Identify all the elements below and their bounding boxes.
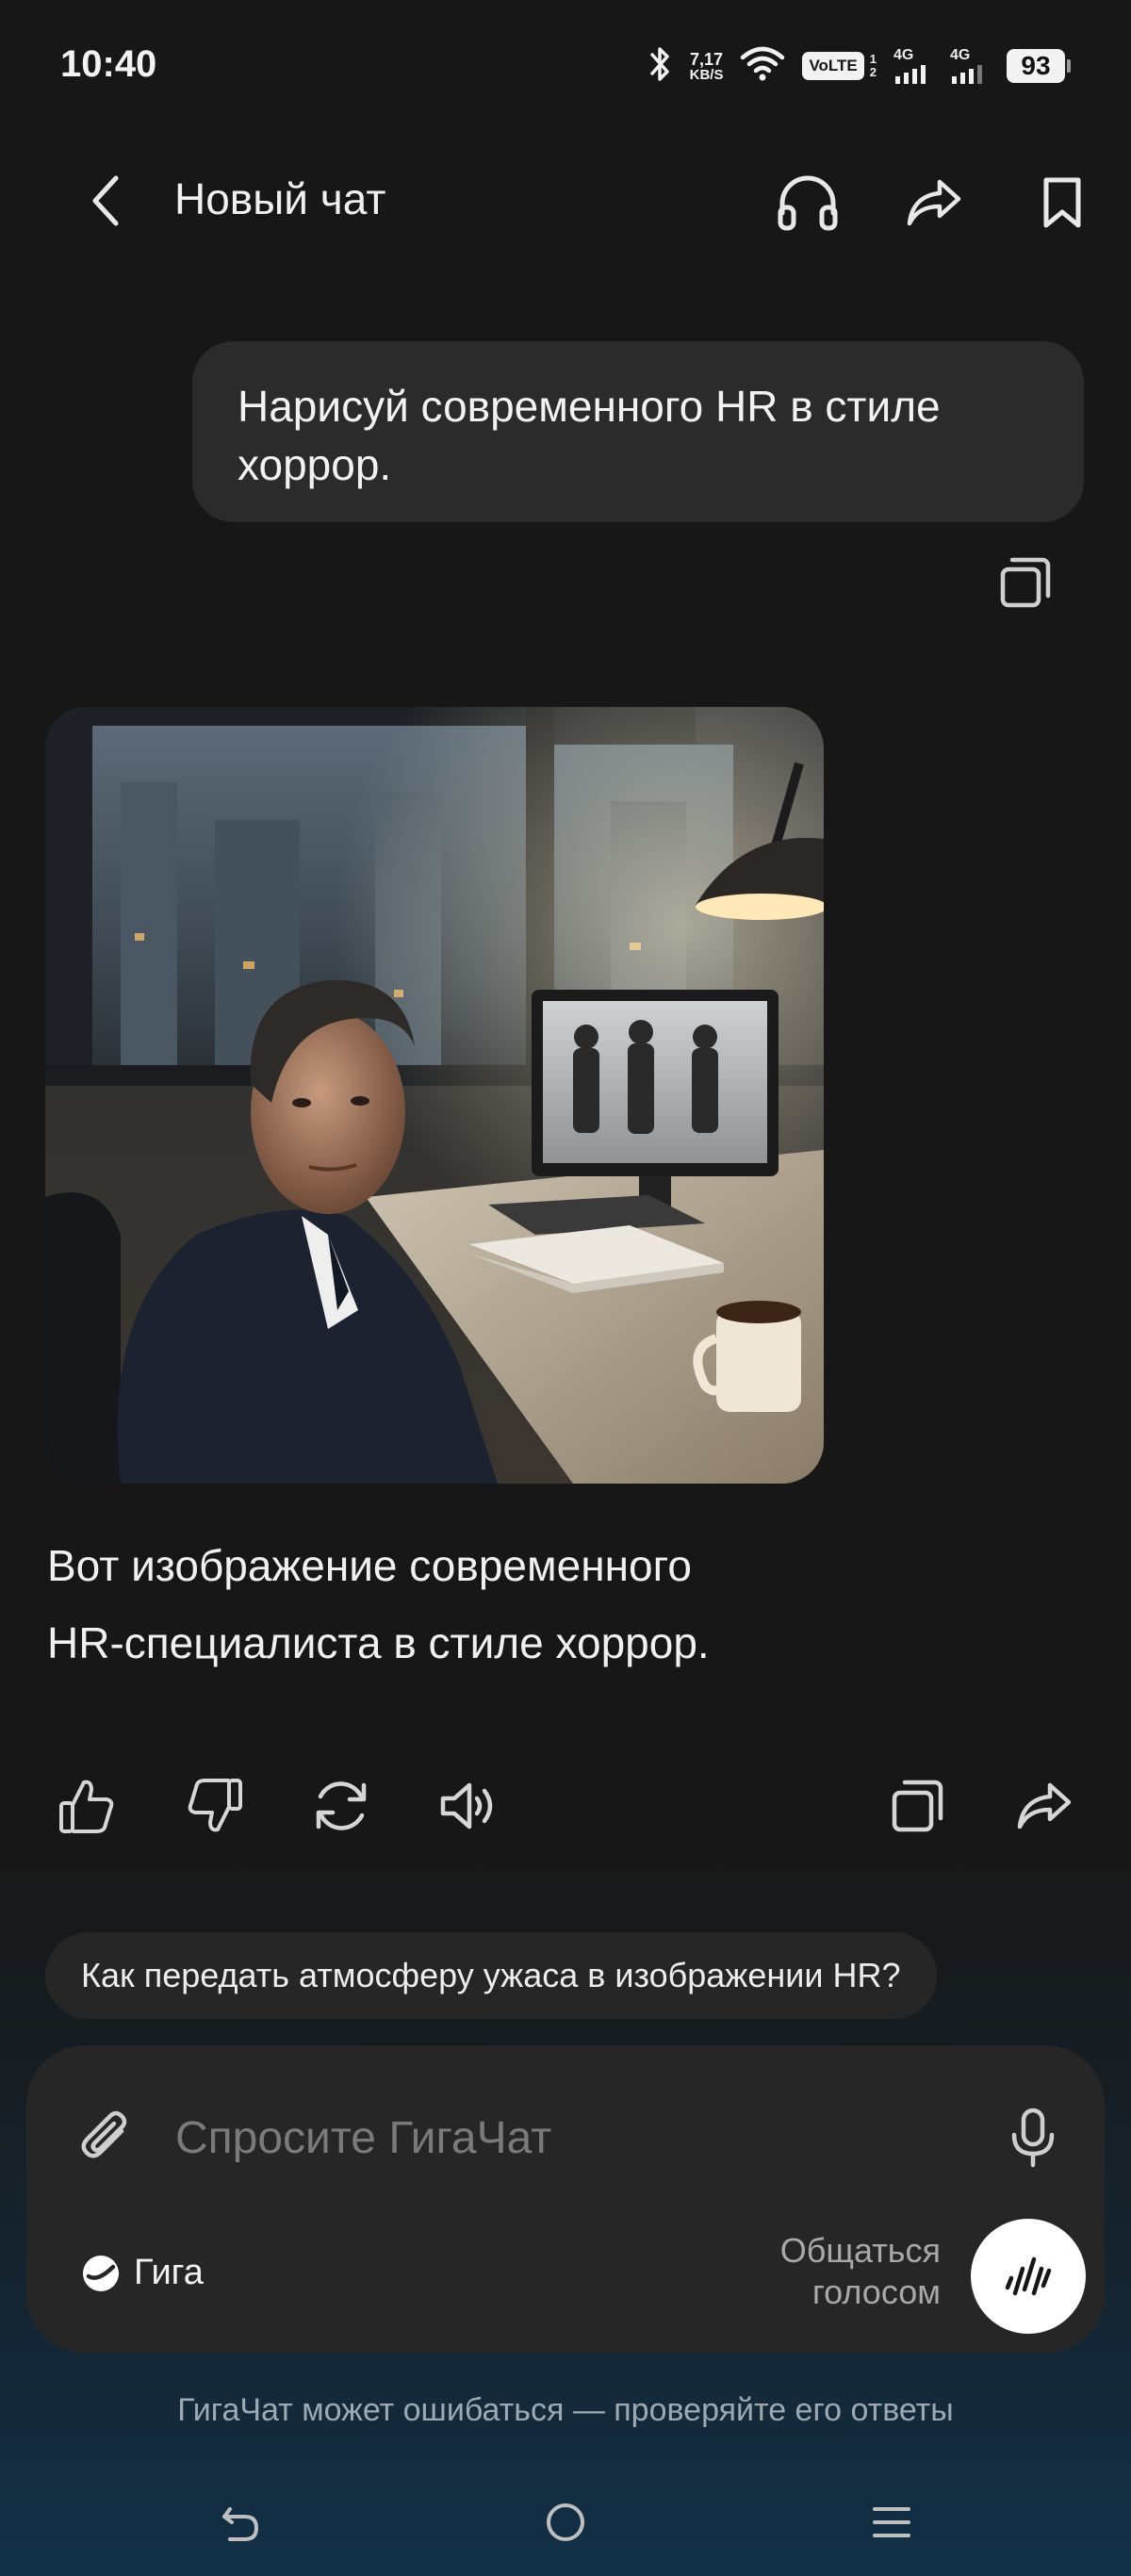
- voice-chat-label: Общаться голосом: [779, 2231, 941, 2311]
- speaker-icon: [440, 1782, 493, 1829]
- copy-answer-button[interactable]: [880, 1768, 956, 1844]
- system-menu-button[interactable]: [854, 2485, 929, 2560]
- system-back-button[interactable]: [202, 2485, 277, 2560]
- thumbs-down-icon: [188, 1779, 242, 1832]
- paperclip-icon: [81, 2110, 127, 2158]
- status-icons: 7,17 KB/S VoLTE 1 2 4G 4G 93: [648, 40, 1071, 92]
- bookmark-button[interactable]: [1029, 170, 1095, 236]
- voice-wave-icon: [1005, 2256, 1052, 2296]
- regenerate-icon: [316, 1781, 367, 1830]
- system-menu-icon: [873, 2507, 910, 2537]
- attach-button[interactable]: [70, 2102, 141, 2174]
- microphone-button[interactable]: [995, 2100, 1071, 2175]
- giga-logo-icon: [83, 2255, 119, 2291]
- suggestion-chip[interactable]: Как передать атмосферу ужаса в изображен…: [45, 1932, 937, 2019]
- sim-indicator: 1 2: [869, 52, 877, 79]
- back-arrow-icon: [92, 175, 119, 226]
- back-button[interactable]: [77, 172, 136, 230]
- user-message-bubble: Нарисуй современного HR в стиле хоррор.: [192, 341, 1084, 522]
- share-icon: [1017, 1782, 1072, 1829]
- ask-input[interactable]: [173, 2094, 969, 2181]
- headphones-icon: [778, 175, 838, 231]
- generated-image[interactable]: [45, 707, 824, 1484]
- network-speed: 7,17 KB/S: [689, 49, 724, 83]
- signal-sim2: 4G: [950, 48, 990, 84]
- copy-icon: [892, 1780, 943, 1832]
- thumbs-up-icon: [59, 1780, 114, 1833]
- signal-bars-icon: [952, 65, 982, 84]
- bluetooth-icon: [648, 45, 673, 87]
- status-time: 10:40: [60, 43, 157, 85]
- assistant-message-text: Вот изображение современного HR-специали…: [47, 1541, 710, 1667]
- battery-indicator: 93: [1007, 49, 1071, 83]
- copy-icon: [1000, 557, 1051, 608]
- share-answer-button[interactable]: [1007, 1768, 1082, 1844]
- message-composer: Гига Общаться голосом: [26, 2045, 1105, 2353]
- system-back-icon: [222, 2507, 259, 2541]
- bookmark-icon: [1043, 177, 1081, 228]
- regenerate-button[interactable]: [303, 1768, 379, 1844]
- chat-header: Новый чат: [0, 151, 1131, 254]
- microphone-icon: [1011, 2108, 1055, 2168]
- share-chat-button[interactable]: [901, 170, 967, 236]
- voice-chat-button[interactable]: [971, 2219, 1086, 2334]
- signal-sim1: 4G: [893, 48, 933, 84]
- share-icon: [907, 179, 961, 226]
- disclaimer-text: ГигаЧат может ошибаться — проверяйте его…: [177, 2392, 954, 2428]
- signal-bars-icon: [895, 65, 926, 84]
- model-label: Гига: [134, 2253, 204, 2292]
- status-bar: 10:40 7,17 KB/S VoLTE 1 2 4G 4G 93: [0, 0, 1131, 132]
- chat-title: Новый чат: [174, 174, 386, 223]
- system-home-button[interactable]: [528, 2485, 603, 2560]
- headphones-button[interactable]: [775, 170, 841, 236]
- copy-user-message-button[interactable]: [995, 552, 1056, 613]
- system-home-icon: [547, 2503, 584, 2541]
- read-aloud-button[interactable]: [430, 1768, 505, 1844]
- like-button[interactable]: [49, 1768, 124, 1844]
- model-selector[interactable]: Гига: [81, 2253, 204, 2293]
- volte-badge: VoLTE: [802, 52, 864, 80]
- dislike-button[interactable]: [177, 1768, 253, 1844]
- wifi-icon: [740, 46, 785, 86]
